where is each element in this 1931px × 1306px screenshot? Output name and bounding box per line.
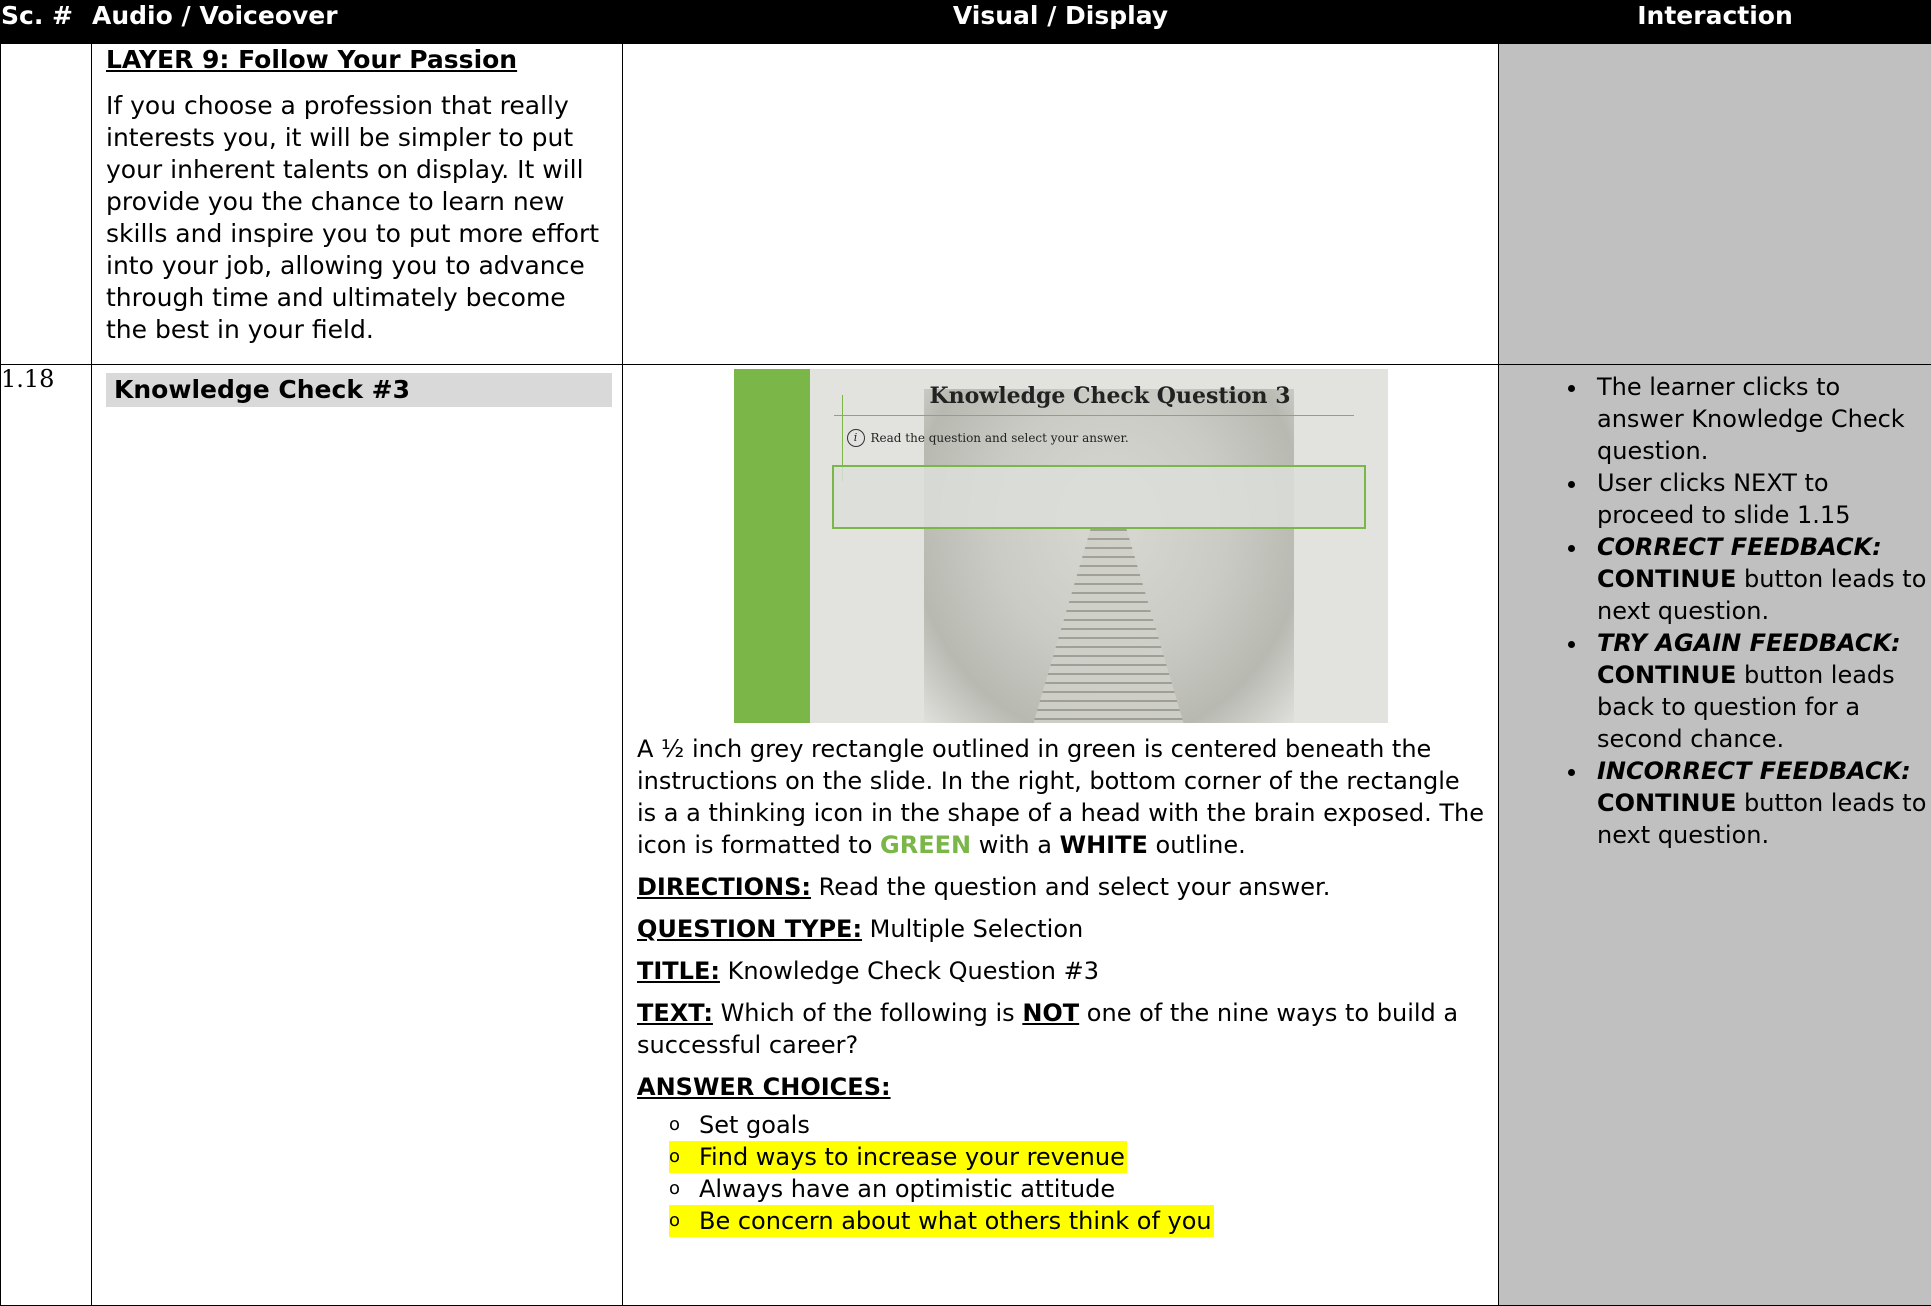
row1-visual-cell xyxy=(623,44,1499,365)
question-type-label: QUESTION TYPE: xyxy=(637,915,862,943)
answer-choice: oAlways have an optimistic attitude xyxy=(669,1173,1498,1205)
info-icon: i xyxy=(847,429,865,447)
row1-audio-cell: LAYER 9: Follow Your Passion If you choo… xyxy=(92,44,623,365)
circle-bullet-icon: o xyxy=(669,1109,699,1141)
visual-description: A ½ inch grey rectangle outlined in gree… xyxy=(637,733,1484,861)
row1-interaction-cell xyxy=(1499,44,1931,365)
header-interaction: Interaction xyxy=(1499,1,1931,44)
slide-horizontal-rule xyxy=(834,415,1354,416)
scene-number: 1.18 xyxy=(1,365,92,1306)
header-visual: Visual / Display xyxy=(623,1,1499,44)
slide-title: Knowledge Check Question 3 xyxy=(930,383,1291,409)
circle-bullet-icon: o xyxy=(669,1141,699,1173)
slide-instruction: i Read the question and select your answ… xyxy=(847,429,1129,447)
interaction-item: TRY AGAIN FEEDBACK: CONTINUE button lead… xyxy=(1589,627,1931,755)
answer-choices-label: ANSWER CHOICES: xyxy=(637,1071,1484,1103)
answer-choice: oSet goals xyxy=(669,1109,1498,1141)
text-line: TEXT: Which of the following is NOT one … xyxy=(637,997,1484,1061)
row-layer-9: LAYER 9: Follow Your Passion If you choo… xyxy=(1,44,1931,365)
slide-thumbnail: Knowledge Check Question 3 i Read the qu… xyxy=(734,369,1388,723)
row-knowledge-check: 1.18 Knowledge Check #3 Knowledge Check … xyxy=(1,365,1931,1306)
interaction-item: User clicks NEXT to proceed to slide 1.1… xyxy=(1589,467,1931,531)
answer-choice-highlighted: oBe concern about what others think of y… xyxy=(669,1205,1214,1237)
row2-audio-cell: Knowledge Check #3 xyxy=(92,365,623,1306)
circle-bullet-icon: o xyxy=(669,1205,699,1237)
directions-value: Read the question and select your answer… xyxy=(811,873,1330,901)
interaction-list: The learner clicks to answer Knowledge C… xyxy=(1499,371,1931,851)
interaction-item: CORRECT FEEDBACK: CONTINUE button leads … xyxy=(1589,531,1931,627)
knowledge-check-title: Knowledge Check #3 xyxy=(106,373,612,407)
question-type-line: QUESTION TYPE: Multiple Selection xyxy=(637,913,1484,945)
header-audio: Audio / Voiceover xyxy=(92,1,623,44)
slide-green-bar xyxy=(734,369,810,723)
directions-line: DIRECTIONS: Read the question and select… xyxy=(637,871,1484,903)
storyboard-table: Sc. # Audio / Voiceover Visual / Display… xyxy=(0,0,1931,1306)
answer-choice-highlighted: oFind ways to increase your revenue xyxy=(669,1141,1127,1173)
interaction-item: The learner clicks to answer Knowledge C… xyxy=(1589,371,1931,467)
row1-scene-number-cell xyxy=(1,44,92,365)
title-value: Knowledge Check Question #3 xyxy=(720,957,1099,985)
title-label: TITLE: xyxy=(637,957,720,985)
title-line: TITLE: Knowledge Check Question #3 xyxy=(637,955,1484,987)
circle-bullet-icon: o xyxy=(669,1173,699,1205)
header-scene-number: Sc. # xyxy=(1,1,92,44)
row2-interaction-cell: The learner clicks to answer Knowledge C… xyxy=(1499,365,1931,1306)
header-row: Sc. # Audio / Voiceover Visual / Display… xyxy=(1,1,1931,44)
interaction-item: INCORRECT FEEDBACK: CONTINUE button lead… xyxy=(1589,755,1931,851)
slide-instruction-text: Read the question and select your answer… xyxy=(871,431,1129,445)
white-word: WHITE xyxy=(1060,831,1148,859)
green-word: GREEN xyxy=(880,831,971,859)
answer-choices-list: oSet goals oFind ways to increase your r… xyxy=(623,1109,1498,1237)
question-type-value: Multiple Selection xyxy=(862,915,1083,943)
not-emphasis: NOT xyxy=(1022,999,1079,1027)
layer-body: If you choose a profession that really i… xyxy=(106,90,610,346)
layer-heading: LAYER 9: Follow Your Passion xyxy=(106,44,610,76)
text-label: TEXT: xyxy=(637,999,713,1027)
question-rectangle xyxy=(832,465,1366,529)
row2-visual-cell: Knowledge Check Question 3 i Read the qu… xyxy=(623,365,1499,1306)
directions-label: DIRECTIONS: xyxy=(637,873,811,901)
